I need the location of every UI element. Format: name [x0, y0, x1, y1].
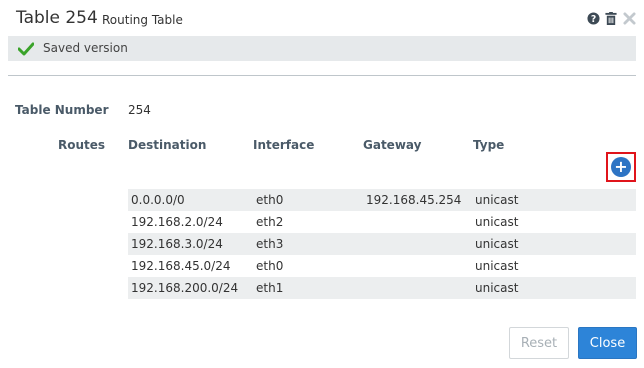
- cell-interface: eth1: [256, 281, 284, 295]
- column-header-interface: Interface: [253, 138, 315, 152]
- cell-interface: eth3: [256, 237, 284, 251]
- dialog-subtitle: Routing Table: [102, 13, 183, 27]
- table-row[interactable]: 192.168.3.0/24 eth3 unicast: [128, 233, 636, 255]
- table-row[interactable]: 192.168.2.0/24 eth2 unicast: [128, 211, 636, 233]
- status-bar: Saved version: [8, 36, 636, 61]
- svg-text:?: ?: [590, 14, 595, 25]
- cell-type: unicast: [475, 281, 519, 295]
- divider: [8, 75, 636, 76]
- table-number-value: 254: [128, 103, 151, 117]
- cell-type: unicast: [475, 193, 519, 207]
- close-button[interactable]: Close: [578, 327, 637, 359]
- trash-icon[interactable]: [604, 11, 618, 25]
- cell-destination: 192.168.2.0/24: [131, 215, 223, 229]
- column-header-destination: Destination: [128, 138, 207, 152]
- close-icon[interactable]: [622, 11, 636, 25]
- table-row[interactable]: 192.168.200.0/24 eth1 unicast: [128, 277, 636, 299]
- cell-gateway: 192.168.45.254: [366, 193, 462, 207]
- cell-destination: 0.0.0.0/0: [131, 193, 185, 207]
- table-row[interactable]: 0.0.0.0/0 eth0 192.168.45.254 unicast: [128, 189, 636, 211]
- reset-button[interactable]: Reset: [509, 327, 569, 359]
- cell-destination: 192.168.3.0/24: [131, 237, 223, 251]
- cell-type: unicast: [475, 237, 519, 251]
- routes-label: Routes: [58, 138, 106, 152]
- routes-table: 0.0.0.0/0 eth0 192.168.45.254 unicast 19…: [128, 189, 636, 299]
- cell-type: unicast: [475, 259, 519, 273]
- help-icon[interactable]: ?: [586, 11, 600, 25]
- cell-interface: eth0: [256, 259, 284, 273]
- column-header-gateway: Gateway: [363, 138, 422, 152]
- header-actions: ?: [586, 11, 636, 25]
- add-route-highlight: +: [606, 152, 636, 182]
- status-text: Saved version: [43, 41, 128, 55]
- checkmark-icon: [17, 41, 35, 60]
- cell-interface: eth0: [256, 193, 284, 207]
- dialog-title: Table 254: [16, 8, 98, 28]
- cell-type: unicast: [475, 215, 519, 229]
- dialog-header: Table 254 Routing Table ?: [0, 0, 644, 36]
- table-number-label: Table Number: [15, 103, 109, 117]
- cell-destination: 192.168.45.0/24: [131, 259, 231, 273]
- column-header-type: Type: [473, 138, 505, 152]
- add-route-button[interactable]: +: [611, 157, 631, 177]
- cell-interface: eth2: [256, 215, 284, 229]
- cell-destination: 192.168.200.0/24: [131, 281, 239, 295]
- table-row[interactable]: 192.168.45.0/24 eth0 unicast: [128, 255, 636, 277]
